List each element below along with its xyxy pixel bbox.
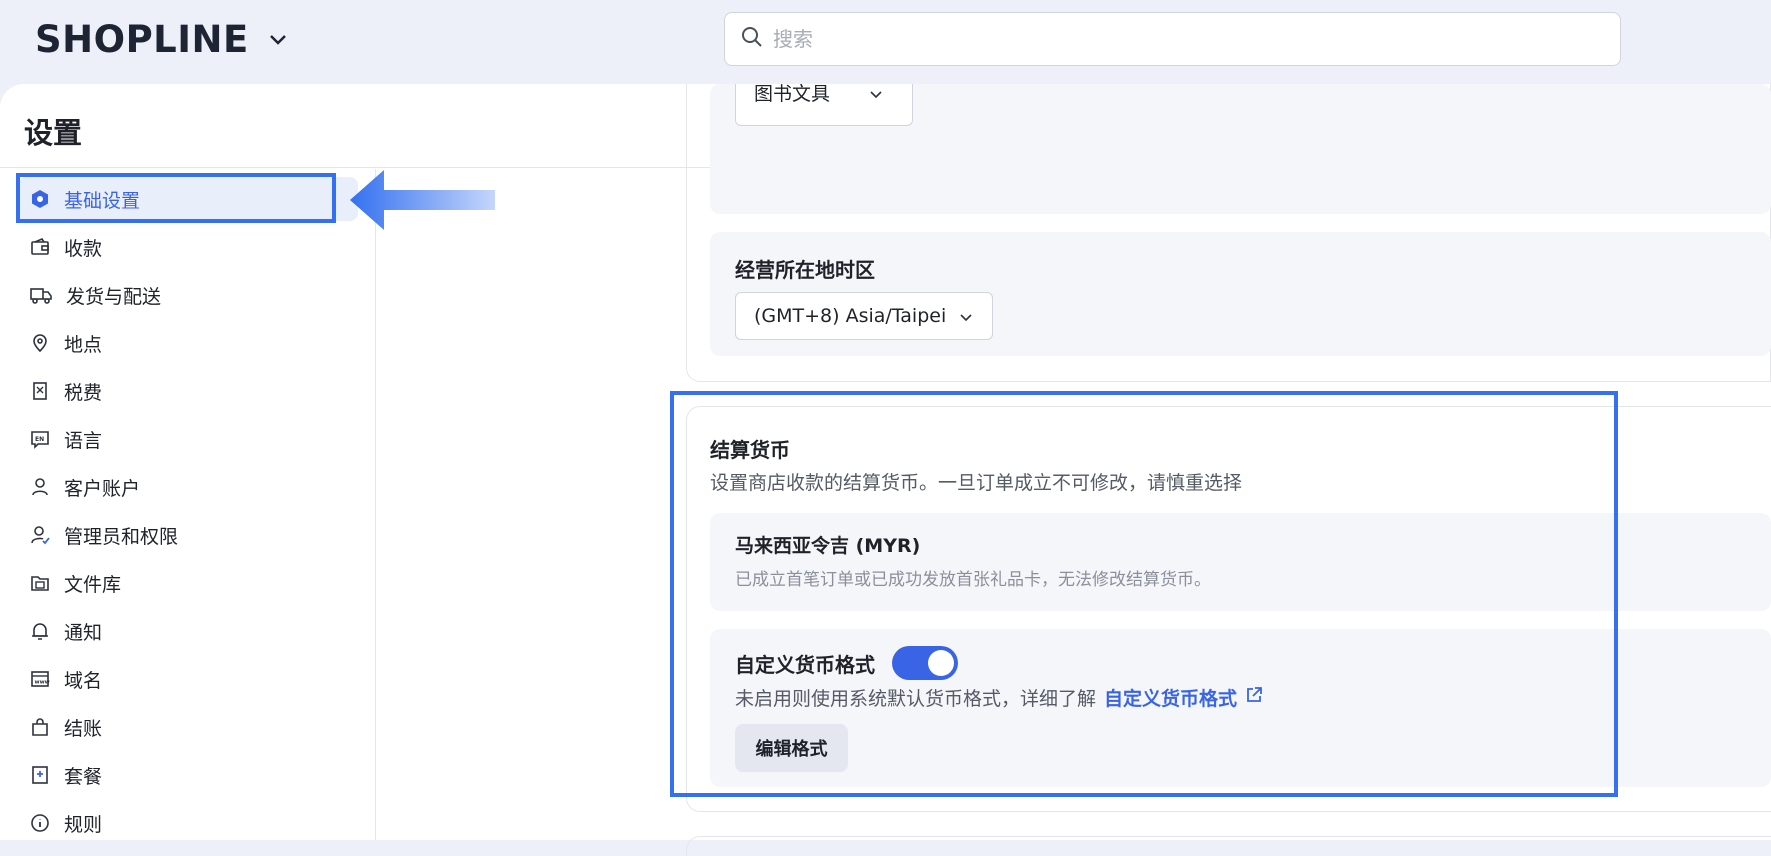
info-icon bbox=[30, 813, 50, 833]
sidebar-item-taxes[interactable]: 税费 bbox=[18, 369, 358, 413]
sidebar-item-shipping[interactable]: 发货与配送 bbox=[18, 273, 358, 317]
bell-icon bbox=[30, 621, 50, 641]
sidebar-item-label: 税费 bbox=[64, 381, 103, 404]
sidebar-item-label: 文件库 bbox=[64, 573, 122, 596]
sidebar-item-rules[interactable]: 规则 bbox=[18, 801, 358, 845]
sidebar-item-checkout[interactable]: 结账 bbox=[18, 705, 358, 749]
domain-icon: www bbox=[30, 669, 50, 689]
sidebar-item-label: 语言 bbox=[64, 429, 103, 452]
language-icon: EN bbox=[30, 429, 50, 449]
truck-icon bbox=[30, 285, 52, 305]
sidebar-item-label: 发货与配送 bbox=[66, 285, 162, 308]
sidebar-item-plans[interactable]: 套餐 bbox=[18, 753, 358, 797]
sidebar-item-label: 管理员和权限 bbox=[64, 525, 179, 548]
search-bar[interactable] bbox=[724, 12, 1621, 66]
settings-panel: 设置 基础设置 收款 发货与配送 地点 税费 EN 语言 客户账户 管理员和权限… bbox=[0, 84, 1771, 856]
folder-icon bbox=[30, 573, 50, 593]
search-icon bbox=[741, 26, 763, 52]
shopping-bag-icon bbox=[30, 717, 50, 737]
chevron-down-icon bbox=[870, 84, 882, 104]
chevron-down-icon bbox=[269, 34, 287, 46]
sidebar-item-locations[interactable]: 地点 bbox=[18, 321, 358, 365]
location-pin-icon bbox=[30, 333, 50, 353]
timezone-label: 经营所在地时区 bbox=[735, 258, 875, 282]
sidebar-item-domains[interactable]: www 域名 bbox=[18, 657, 358, 701]
sidebar-item-languages[interactable]: EN 语言 bbox=[18, 417, 358, 461]
pointer-arrow-icon bbox=[350, 168, 500, 236]
chevron-down-icon bbox=[960, 305, 972, 327]
wallet-icon bbox=[30, 237, 50, 257]
user-icon bbox=[30, 477, 50, 497]
page-title: 设置 bbox=[24, 116, 83, 150]
svg-text:www: www bbox=[35, 680, 50, 686]
category-select-value: 图书文具 bbox=[754, 84, 831, 105]
search-input[interactable] bbox=[773, 27, 1573, 51]
timezone-select[interactable]: (GMT+8) Asia/Taipei bbox=[735, 292, 993, 340]
sidebar-item-files[interactable]: 文件库 bbox=[18, 561, 358, 605]
sidebar-item-label: 地点 bbox=[64, 333, 103, 356]
sidebar-item-label: 套餐 bbox=[64, 765, 103, 788]
shopline-logo: SHOPLINE bbox=[35, 18, 249, 61]
svg-text:EN: EN bbox=[35, 436, 44, 443]
top-bar: SHOPLINE bbox=[0, 0, 1771, 84]
plan-icon bbox=[30, 765, 50, 785]
receipt-icon bbox=[30, 381, 50, 401]
sidebar-item-customer-accounts[interactable]: 客户账户 bbox=[18, 465, 358, 509]
timezone-select-value: (GMT+8) Asia/Taipei bbox=[754, 305, 947, 327]
sidebar-item-label: 客户账户 bbox=[64, 477, 141, 500]
highlight-box bbox=[670, 391, 1618, 797]
admin-icon bbox=[30, 525, 50, 545]
next-card bbox=[686, 836, 1771, 856]
store-switcher[interactable]: SHOPLINE bbox=[35, 18, 287, 61]
sidebar-item-label: 域名 bbox=[64, 669, 103, 692]
highlight-box bbox=[16, 173, 336, 223]
sidebar-item-notifications[interactable]: 通知 bbox=[18, 609, 358, 653]
sidebar-item-label: 收款 bbox=[64, 237, 103, 260]
sidebar-item-admins[interactable]: 管理员和权限 bbox=[18, 513, 358, 557]
category-select[interactable]: 图书文具 bbox=[735, 84, 913, 126]
sidebar-item-label: 结账 bbox=[64, 717, 103, 740]
sidebar-item-label: 规则 bbox=[64, 813, 103, 836]
sidebar-item-payments[interactable]: 收款 bbox=[18, 225, 358, 269]
sidebar-item-label: 通知 bbox=[64, 621, 103, 644]
settings-sidebar: 基础设置 收款 发货与配送 地点 税费 EN 语言 客户账户 管理员和权限 文件… bbox=[0, 169, 376, 840]
